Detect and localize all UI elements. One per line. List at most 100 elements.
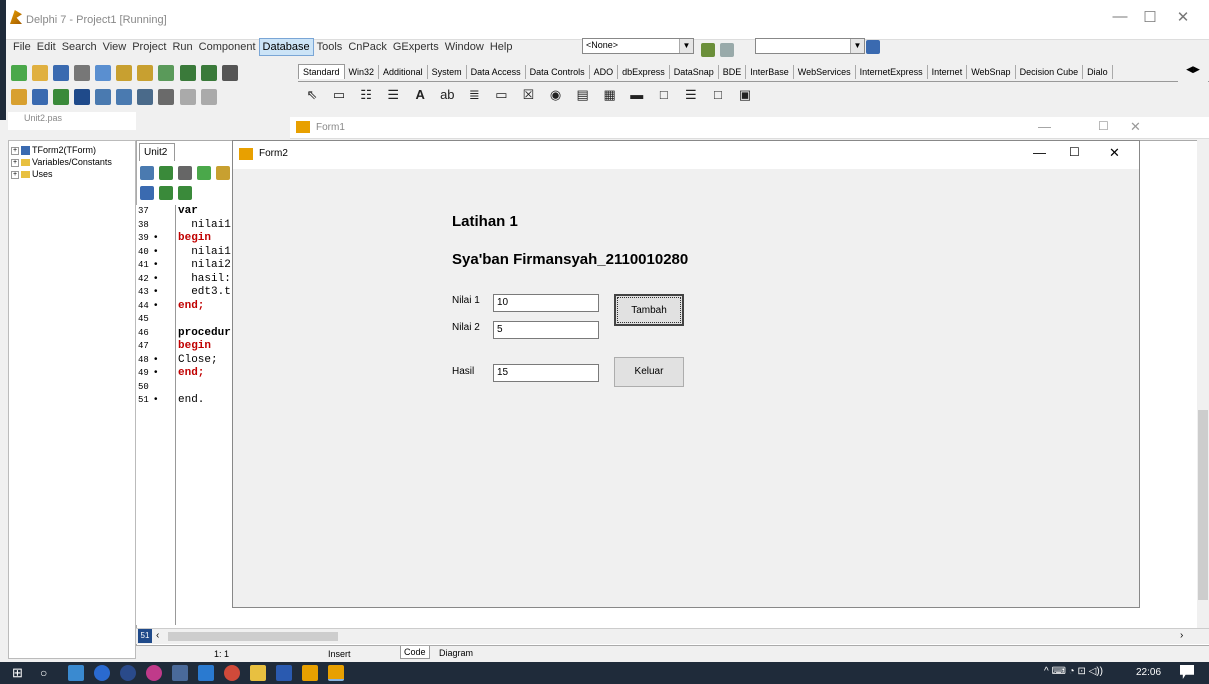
pointer-icon[interactable]: ⇖ [303, 86, 321, 104]
maximize-button[interactable]: ☐ [1135, 8, 1165, 26]
breakpoint-dot[interactable]: • [154, 367, 158, 378]
panel-icon[interactable]: □ [709, 86, 727, 104]
system-tray[interactable]: ^ ⌨ ◔ ⊡ ◁)) [1044, 666, 1103, 677]
view-unit-icon[interactable] [11, 89, 27, 105]
explorer-file-tab[interactable]: Unit2.pas [8, 112, 136, 130]
code-line[interactable]: hasil: [178, 273, 231, 285]
close-button[interactable]: ✕ [1168, 8, 1198, 26]
checkbox-icon[interactable]: ☒ [520, 86, 538, 104]
palette-tab-interbase[interactable]: InterBase [746, 65, 794, 79]
menu-window[interactable]: Window [442, 39, 487, 55]
nilai1-input[interactable]: 10 [493, 294, 599, 312]
button-icon[interactable]: ▭ [492, 86, 510, 104]
breakpoint-dot[interactable]: • [154, 286, 158, 297]
form1-maximize-button[interactable]: ☐ [1098, 119, 1109, 133]
editor-tool-icon[interactable] [178, 166, 193, 180]
search-icon[interactable]: ○ [40, 665, 56, 681]
code-line[interactable]: nilai2 [178, 259, 231, 271]
menu-search[interactable]: Search [59, 39, 100, 55]
menu-gexperts[interactable]: GExperts [390, 39, 442, 55]
windows-start-icon[interactable]: ⊞ [12, 665, 28, 681]
form2-minimize-button[interactable]: — [1033, 145, 1046, 160]
palette-tab-standard[interactable]: Standard [298, 64, 345, 79]
gem-icon[interactable] [179, 65, 196, 81]
file-explorer-icon[interactable] [250, 665, 266, 681]
browser-icon[interactable] [146, 665, 162, 681]
minimize-button[interactable]: — [1105, 8, 1135, 25]
tab-unit2[interactable]: Unit2 [139, 143, 175, 161]
popup-menu-icon[interactable]: ☰ [384, 86, 402, 104]
horizontal-scrollbar[interactable]: 51 ‹ › [136, 628, 1209, 644]
frame-icon[interactable]: ▭ [330, 86, 348, 104]
edit-icon[interactable]: ab [438, 86, 456, 104]
code-line[interactable]: begin [178, 340, 211, 352]
menu-cnpack[interactable]: CnPack [345, 39, 390, 55]
menu-file[interactable]: File [10, 39, 34, 55]
code-line[interactable]: nilai1 [178, 246, 231, 258]
breakpoint-dot[interactable]: • [154, 300, 158, 311]
gem-icon[interactable] [200, 65, 217, 81]
code-line[interactable]: begin [178, 232, 211, 244]
editor-tool-icon[interactable] [140, 186, 154, 200]
code-line[interactable]: var [178, 205, 198, 217]
check-icon[interactable] [158, 65, 175, 81]
run-dropdown-icon[interactable] [116, 89, 133, 105]
step-over-icon[interactable] [200, 89, 217, 105]
editor-tool-icon[interactable] [159, 166, 174, 180]
open-project-icon[interactable] [95, 65, 112, 81]
radio-icon[interactable]: ◉ [547, 86, 565, 104]
search-combo[interactable]: ▼ [755, 38, 865, 54]
form2-maximize-button[interactable]: ☐ [1069, 145, 1080, 159]
breakpoint-dot[interactable]: • [154, 232, 158, 243]
scroll-left-arrow[interactable]: ‹ [156, 630, 159, 641]
palette-tab-data-controls[interactable]: Data Controls [526, 65, 590, 79]
chrome-icon[interactable] [224, 665, 240, 681]
tambah-button[interactable]: Tambah [614, 294, 684, 326]
notification-icon[interactable] [1180, 665, 1194, 679]
palette-tab-ado[interactable]: ADO [590, 65, 619, 79]
scroll-thumb[interactable] [168, 632, 338, 641]
view-form-icon[interactable] [32, 89, 49, 105]
tree-item-uses[interactable]: + Uses [11, 169, 53, 179]
tab-diagram[interactable]: Diagram [436, 647, 476, 659]
palette-tab-webservices[interactable]: WebServices [794, 65, 856, 79]
tree-item-variables[interactable]: + Variables/Constants [11, 157, 112, 167]
palette-tab-internet[interactable]: Internet [928, 65, 968, 79]
code-line[interactable]: edt3.t [178, 286, 231, 298]
form2-close-button[interactable]: ✕ [1109, 145, 1120, 161]
listbox-icon[interactable]: ▤ [574, 86, 592, 104]
palette-tab-data-access[interactable]: Data Access [467, 65, 526, 79]
editor-tool-icon[interactable] [197, 166, 212, 180]
tool-icon[interactable] [720, 43, 735, 57]
breakpoint-dot[interactable]: • [154, 394, 158, 405]
pause-icon[interactable] [137, 89, 154, 105]
label-icon[interactable]: A [411, 86, 429, 104]
media-icon[interactable] [120, 665, 136, 681]
breakpoint-dot[interactable]: • [154, 246, 158, 257]
scrollbar-icon[interactable]: ▬ [628, 86, 646, 104]
trace-icon[interactable] [158, 89, 175, 105]
menu-view[interactable]: View [100, 39, 130, 55]
new-icon[interactable] [11, 65, 27, 81]
groupbox-icon[interactable]: □ [655, 86, 673, 104]
code-line[interactable]: nilai1 [178, 219, 231, 231]
breakpoint-dot[interactable]: • [154, 259, 158, 270]
code-line[interactable]: end; [178, 367, 204, 379]
component-combo[interactable]: <None> ▼ [582, 38, 694, 54]
palette-tab-system[interactable]: System [428, 65, 467, 79]
palette-tab-decision-cube[interactable]: Decision Cube [1016, 65, 1084, 79]
menu-project[interactable]: Project [129, 39, 169, 55]
tree-item-tform2[interactable]: + TForm2(TForm) [11, 145, 96, 156]
menu-help[interactable]: Help [487, 39, 516, 55]
palette-tab-bde[interactable]: BDE [719, 65, 747, 79]
menu-edit[interactable]: Edit [34, 39, 59, 55]
remove-file-icon[interactable] [137, 65, 154, 81]
actionlist-icon[interactable]: ▣ [736, 86, 754, 104]
palette-tab-internetexpress[interactable]: InternetExpress [856, 65, 928, 79]
cnpack-icon[interactable] [701, 43, 715, 57]
run-icon[interactable] [95, 89, 112, 105]
nilai2-input[interactable]: 5 [493, 321, 599, 339]
taskview-icon[interactable] [68, 665, 84, 681]
vscode-icon[interactable] [198, 665, 214, 681]
palette-tab-websnap[interactable]: WebSnap [967, 65, 1016, 79]
